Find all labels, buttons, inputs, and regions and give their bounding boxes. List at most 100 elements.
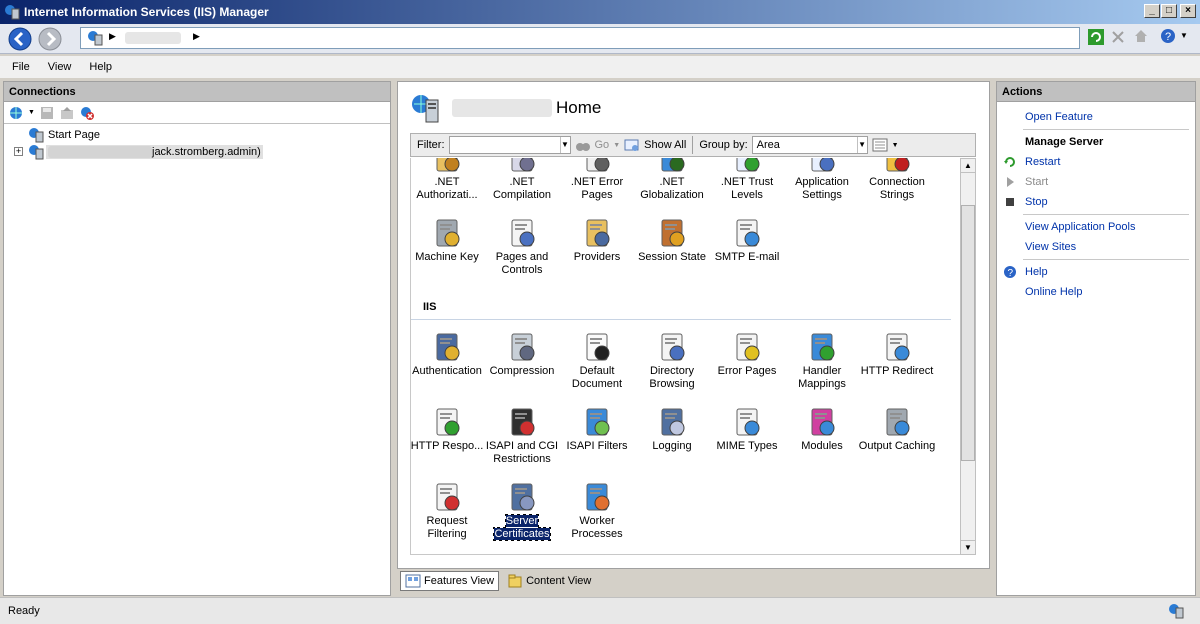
group-by-select[interactable]: Area ▼ bbox=[751, 136, 868, 154]
menu-help[interactable]: Help bbox=[89, 61, 112, 73]
action-label: Help bbox=[1025, 266, 1048, 278]
action-label: View Application Pools bbox=[1025, 221, 1136, 233]
feature-label: Handler Mappings bbox=[798, 365, 846, 390]
dropdown-arrow-icon[interactable]: ▼ bbox=[856, 137, 867, 153]
breadcrumb-arrow-icon[interactable]: ▶ bbox=[193, 31, 200, 42]
feature-label: HTTP Redirect bbox=[860, 365, 934, 377]
tab-features-view[interactable]: Features View bbox=[400, 571, 500, 591]
help-nav-icon[interactable]: ? bbox=[1160, 28, 1176, 44]
feature-icon-wrapper bbox=[656, 406, 688, 438]
expand-icon[interactable]: + bbox=[14, 147, 23, 156]
action-open-feature[interactable]: Open Feature bbox=[997, 107, 1195, 127]
view-mode-icon[interactable] bbox=[872, 137, 888, 153]
view-mode-dropdown-icon[interactable]: ▼ bbox=[892, 142, 899, 149]
action-view-app-pools[interactable]: View Application Pools bbox=[997, 217, 1195, 237]
feature-globe[interactable]: .NET Globalization bbox=[633, 158, 711, 202]
feature-isapi-filter[interactable]: ISAPI Filters bbox=[558, 406, 636, 453]
show-all-button[interactable]: Show All bbox=[644, 139, 686, 151]
certificates-icon bbox=[511, 483, 535, 511]
action-restart[interactable]: Restart bbox=[997, 152, 1195, 172]
maximize-button[interactable]: □ bbox=[1161, 4, 1177, 18]
email-icon bbox=[736, 219, 760, 247]
minimize-button[interactable]: _ bbox=[1144, 4, 1160, 18]
feature-error-page[interactable]: Error Pages bbox=[708, 331, 786, 378]
go-dropdown-icon[interactable]: ▼ bbox=[613, 142, 620, 149]
scroll-thumb[interactable] bbox=[961, 205, 975, 461]
feature-certificates[interactable]: Server Certificates bbox=[483, 481, 561, 541]
feature-http-response[interactable]: HTTP Respo... bbox=[411, 406, 486, 453]
feature-dir-browse[interactable]: Directory Browsing bbox=[633, 331, 711, 391]
feature-error-404[interactable]: .NET Error Pages bbox=[558, 158, 636, 202]
feature-key-server[interactable]: Machine Key bbox=[411, 217, 486, 264]
feature-label: Server Certificates bbox=[493, 514, 551, 541]
feature-icon-wrapper bbox=[581, 406, 613, 438]
compile-icon bbox=[511, 158, 535, 172]
feature-session-user[interactable]: Session State bbox=[633, 217, 711, 264]
feature-modules[interactable]: Modules bbox=[783, 406, 861, 453]
stop-nav-icon[interactable] bbox=[1110, 29, 1126, 45]
connect-dropdown-icon[interactable]: ▼ bbox=[28, 109, 35, 116]
forward-icon[interactable] bbox=[38, 27, 62, 51]
feature-trust-check[interactable]: .NET Trust Levels bbox=[708, 158, 786, 202]
tree-item-start-page[interactable]: Start Page bbox=[14, 126, 390, 143]
close-button[interactable]: × bbox=[1180, 4, 1196, 18]
address-bar[interactable]: ▶ ▶ bbox=[80, 27, 1080, 49]
section-label: Manage Server bbox=[1025, 136, 1104, 148]
feature-icon-wrapper bbox=[581, 158, 613, 174]
feature-redirect[interactable]: HTTP Redirect bbox=[858, 331, 936, 378]
home-icon[interactable] bbox=[1133, 28, 1149, 44]
feature-label: Pages and Controls bbox=[495, 251, 549, 276]
tab-content-view[interactable]: Content View bbox=[503, 571, 595, 591]
dropdown-arrow-icon[interactable]: ▼ bbox=[559, 137, 570, 153]
action-view-sites[interactable]: View Sites bbox=[997, 237, 1195, 257]
feature-lock-folder[interactable]: .NET Authorizati... bbox=[411, 158, 486, 202]
compression-icon bbox=[511, 333, 535, 361]
scroll-up-icon[interactable]: ▲ bbox=[961, 159, 975, 173]
menu-bar: File View Help bbox=[0, 56, 1200, 78]
feature-settings-list[interactable]: Application Settings bbox=[783, 158, 861, 202]
feature-icon-wrapper bbox=[506, 481, 538, 513]
home-title: Home bbox=[556, 98, 602, 117]
action-stop[interactable]: Stop bbox=[997, 192, 1195, 212]
back-icon[interactable] bbox=[8, 27, 32, 51]
feature-email[interactable]: SMTP E-mail bbox=[708, 217, 786, 264]
menu-file[interactable]: File bbox=[12, 61, 30, 73]
svg-text:?: ? bbox=[1008, 268, 1014, 279]
title-bar: Internet Information Services (IIS) Mana… bbox=[0, 0, 1200, 24]
disconnect-icon[interactable] bbox=[79, 105, 95, 121]
feature-pages-controls[interactable]: Pages and Controls bbox=[483, 217, 561, 277]
feature-providers[interactable]: Providers bbox=[558, 217, 636, 264]
feature-output-cache[interactable]: Output Caching bbox=[858, 406, 936, 453]
features-view-icon bbox=[405, 574, 421, 588]
up-level-icon[interactable] bbox=[59, 105, 75, 121]
tree-item-server[interactable]: + jack.stromberg.admin) bbox=[14, 143, 390, 160]
logging-icon bbox=[661, 408, 685, 436]
feature-compile[interactable]: .NET Compilation bbox=[483, 158, 561, 202]
filter-input[interactable]: ▼ bbox=[448, 136, 571, 154]
features-scrollbar[interactable]: ▲ ▼ bbox=[960, 158, 976, 555]
refresh-icon[interactable] bbox=[1088, 29, 1104, 45]
action-help[interactable]: ? Help bbox=[997, 262, 1195, 282]
action-online-help[interactable]: Online Help bbox=[997, 282, 1195, 302]
feature-label: Machine Key bbox=[415, 251, 479, 263]
connect-globe-icon[interactable] bbox=[8, 105, 24, 121]
feature-handler[interactable]: Handler Mappings bbox=[783, 331, 861, 391]
help-dropdown-icon[interactable]: ▼ bbox=[1180, 31, 1188, 40]
go-button[interactable]: Go bbox=[595, 139, 610, 151]
action-start[interactable]: Start bbox=[997, 172, 1195, 192]
server-home-icon bbox=[412, 95, 439, 123]
server-icon bbox=[29, 144, 44, 159]
scroll-down-icon[interactable]: ▼ bbox=[961, 540, 975, 554]
feature-icon-wrapper bbox=[506, 158, 538, 174]
feature-connection-ab[interactable]: Connection Strings bbox=[858, 158, 936, 202]
feature-request-filter[interactable]: Request Filtering bbox=[411, 481, 486, 541]
feature-compression[interactable]: Compression bbox=[483, 331, 561, 378]
feature-logging[interactable]: Logging bbox=[633, 406, 711, 453]
save-icon[interactable] bbox=[39, 105, 55, 121]
menu-view[interactable]: View bbox=[48, 61, 72, 73]
feature-cgi[interactable]: ISAPI and CGI Restrictions bbox=[483, 406, 561, 466]
feature-worker[interactable]: Worker Processes bbox=[558, 481, 636, 541]
feature-mime[interactable]: MIME Types bbox=[708, 406, 786, 453]
feature-default-doc[interactable]: Default Document bbox=[558, 331, 636, 391]
feature-auth-user[interactable]: Authentication bbox=[411, 331, 486, 378]
